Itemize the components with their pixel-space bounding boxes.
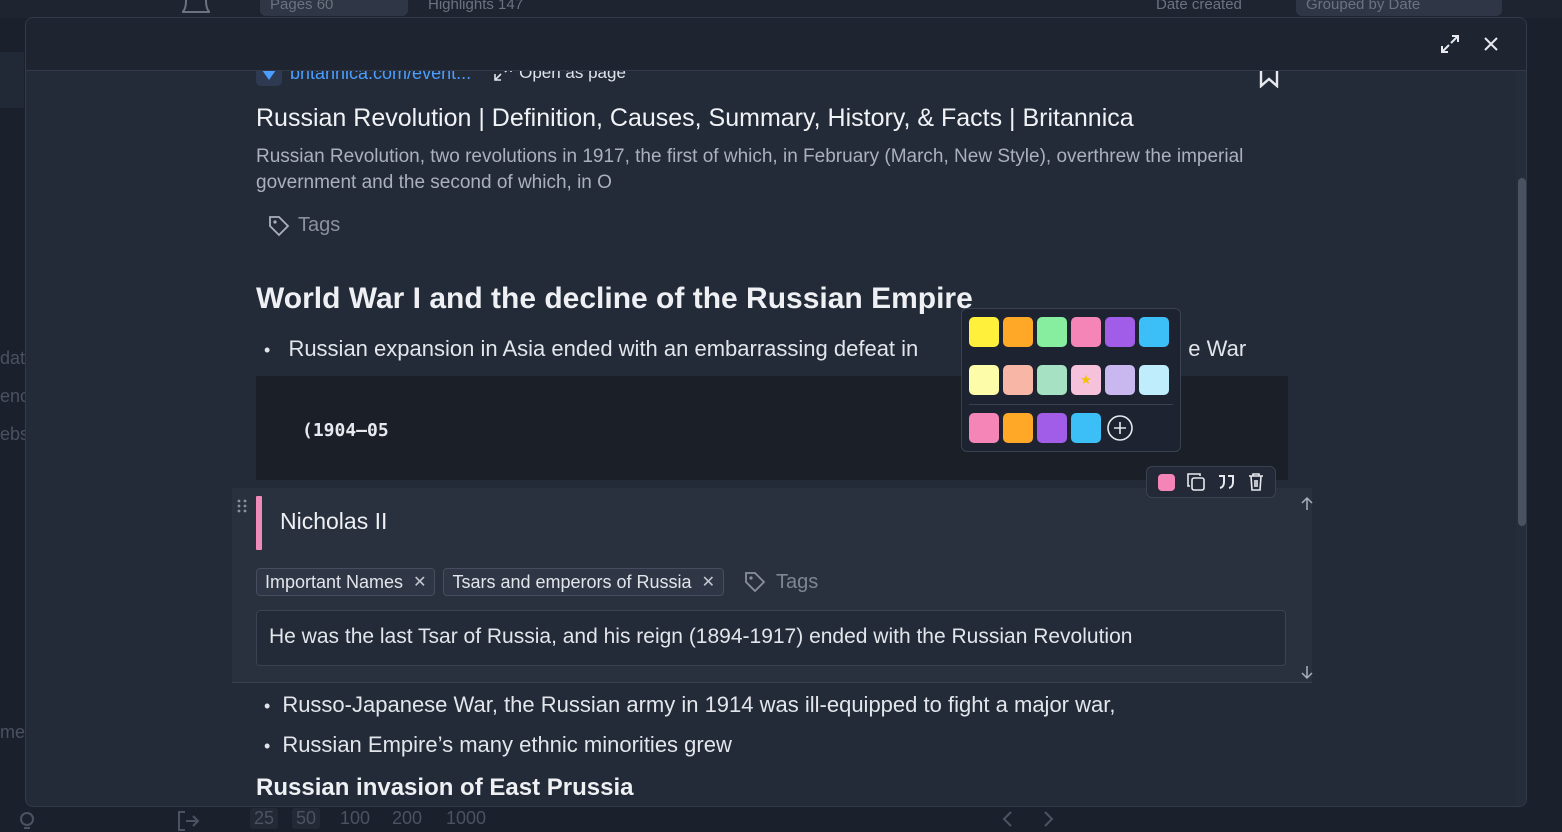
page-tags-input[interactable]: Tags bbox=[268, 214, 340, 237]
color-swatch[interactable] bbox=[1003, 413, 1033, 443]
plus-circle-icon bbox=[1107, 415, 1133, 441]
expand-button[interactable] bbox=[1438, 32, 1462, 56]
palette-row bbox=[969, 413, 1135, 443]
tag-chip[interactable]: Important Names ✕ bbox=[256, 568, 436, 596]
background-group-filter: Grouped by Date bbox=[1296, 0, 1502, 16]
tag-label: Tsars and emperors of Russia bbox=[452, 571, 692, 592]
tags-placeholder: Tags bbox=[775, 570, 819, 593]
color-swatch[interactable] bbox=[1071, 317, 1101, 347]
background-sort-date: Date created bbox=[1156, 0, 1242, 13]
color-swatch[interactable] bbox=[1071, 413, 1101, 443]
background-sidebar-text: dat bbox=[0, 348, 26, 368]
highlight-color-bar bbox=[256, 496, 262, 550]
color-button[interactable] bbox=[1154, 470, 1178, 494]
background-page-size: 100 bbox=[340, 808, 371, 828]
color-swatch-selected[interactable]: ★ bbox=[1071, 365, 1101, 395]
drag-handle-icon[interactable] bbox=[236, 498, 248, 514]
list-item: Russo-Japanese War, the Russian army in … bbox=[264, 692, 1115, 718]
arrow-up-icon[interactable] bbox=[1300, 496, 1314, 512]
color-swatch[interactable] bbox=[1105, 317, 1135, 347]
highlight-card[interactable]: Nicholas II Important Names ✕ Tsars and e… bbox=[232, 488, 1314, 683]
palette-row bbox=[969, 317, 1173, 347]
logout-icon bbox=[178, 811, 200, 831]
copy-icon bbox=[1187, 473, 1205, 491]
highlight-text: Nicholas II bbox=[280, 508, 388, 534]
tag-icon bbox=[269, 215, 290, 236]
background-tab-pages: Pages 60 bbox=[260, 0, 408, 16]
chevron-left-icon bbox=[1002, 811, 1012, 827]
color-swatch[interactable] bbox=[969, 365, 999, 395]
trash-icon bbox=[1249, 473, 1263, 491]
background-page-size: 200 bbox=[392, 808, 423, 828]
color-swatch bbox=[1157, 473, 1175, 491]
background-tab-highlights: Highlights 147 bbox=[428, 0, 524, 13]
color-swatch[interactable] bbox=[969, 317, 999, 347]
color-swatch[interactable] bbox=[1139, 317, 1169, 347]
modal-content: britannica.com/event... Open as page Rus… bbox=[26, 18, 1526, 806]
color-swatch[interactable] bbox=[1037, 365, 1067, 395]
list-item: Russian Empire’s many ethnic minorities … bbox=[264, 732, 732, 758]
color-swatch[interactable] bbox=[1003, 317, 1033, 347]
page-description: Russian Revolution, two revolutions in 1… bbox=[256, 146, 1244, 193]
star-icon: ★ bbox=[1080, 372, 1092, 387]
code-text: (1904–05 bbox=[302, 420, 389, 441]
palette-divider bbox=[969, 404, 1173, 405]
quote-icon bbox=[1219, 475, 1234, 489]
tags-placeholder: Tags bbox=[298, 214, 341, 236]
add-color-button[interactable] bbox=[1105, 413, 1135, 443]
copy-button[interactable] bbox=[1184, 470, 1208, 494]
page-title: Russian Revolution | Definition, Causes,… bbox=[256, 104, 1134, 132]
delete-button[interactable] bbox=[1244, 470, 1268, 494]
background-page-size: 50 bbox=[292, 808, 321, 829]
background-page-size: 1000 bbox=[446, 808, 487, 828]
highlight-tags: Important Names ✕ Tsars and emperors of R… bbox=[256, 568, 818, 596]
close-icon bbox=[1484, 37, 1498, 51]
palette-row: ★ bbox=[969, 365, 1173, 395]
color-swatch[interactable] bbox=[969, 413, 999, 443]
highlight-toolbar bbox=[1146, 466, 1276, 498]
remove-tag-icon[interactable]: ✕ bbox=[413, 572, 426, 592]
tag-icon bbox=[745, 572, 766, 593]
quote-button[interactable] bbox=[1214, 470, 1238, 494]
color-swatch[interactable] bbox=[1003, 365, 1033, 395]
remove-tag-icon[interactable]: ✕ bbox=[702, 572, 715, 592]
color-swatch[interactable] bbox=[1105, 365, 1135, 395]
color-palette-popover: ★ bbox=[961, 308, 1181, 452]
highlight-tags-input[interactable]: Tags bbox=[744, 571, 818, 594]
background-page-size: 25 bbox=[250, 808, 279, 829]
color-swatch[interactable] bbox=[1037, 317, 1067, 347]
section-heading: World War I and the decline of the Russi… bbox=[256, 282, 973, 315]
highlight-note[interactable]: He was the last Tsar of Russia, and his … bbox=[256, 610, 1286, 666]
close-button[interactable] bbox=[1479, 32, 1503, 56]
tag-chip[interactable]: Tsars and emperors of Russia ✕ bbox=[443, 568, 724, 596]
lightbulb-icon bbox=[20, 812, 34, 829]
page-detail-modal: britannica.com/event... Open as page Rus… bbox=[25, 17, 1527, 807]
arrow-down-icon[interactable] bbox=[1300, 664, 1314, 680]
background-sidebar-text: me bbox=[0, 722, 26, 742]
chevron-right-icon bbox=[1044, 811, 1054, 827]
background-bottom-bar bbox=[0, 806, 1562, 832]
section-heading: Russian invasion of East Prussia bbox=[256, 774, 634, 801]
color-swatch[interactable] bbox=[1139, 365, 1169, 395]
background-sidebar-item bbox=[0, 52, 24, 108]
tag-label: Important Names bbox=[265, 571, 404, 592]
modal-header bbox=[26, 18, 1526, 71]
color-swatch[interactable] bbox=[1037, 413, 1067, 443]
bell-icon bbox=[182, 0, 210, 13]
expand-icon bbox=[1441, 35, 1459, 53]
